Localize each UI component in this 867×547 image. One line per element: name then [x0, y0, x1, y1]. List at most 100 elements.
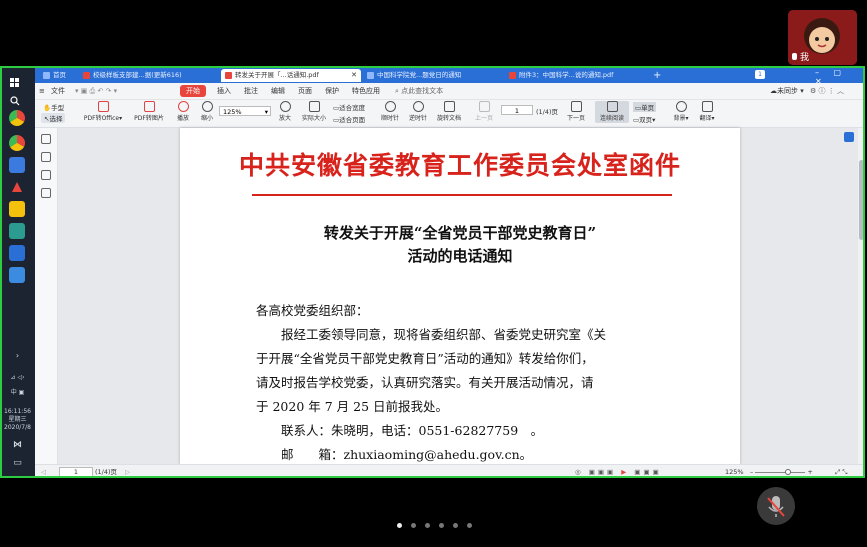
menu-annotate[interactable]: 批注 — [244, 85, 258, 97]
mute-mic-button[interactable] — [757, 487, 795, 525]
fit-width-button[interactable]: ▭适合宽度 — [333, 102, 365, 112]
status-page-input[interactable]: 1 — [59, 467, 93, 478]
page-dot[interactable] — [411, 523, 416, 528]
zoom-out-button[interactable]: 缩小 — [195, 101, 219, 123]
page-dot[interactable] — [453, 523, 458, 528]
search-icon: ⌕ — [395, 87, 399, 95]
pdf-office-icon — [97, 101, 109, 112]
tab-home[interactable]: 首页 — [39, 69, 77, 82]
pdf-page: 中共安徽省委教育工作委员会处室函件 转发关于开展“全省党员干部党史教育日” 活动… — [180, 128, 740, 464]
tab-bar: 首页 校级样板支部建...据(更新616) 转发关于开展「...话通知.pdf ✕… — [35, 67, 865, 86]
sync-status[interactable]: ☁未同步 ▾ — [770, 85, 804, 97]
app-menu-icon[interactable]: ≡ — [39, 85, 45, 97]
app-blue-icon[interactable] — [9, 157, 25, 173]
attachment-icon[interactable] — [41, 188, 51, 198]
page-dot[interactable] — [397, 523, 402, 528]
menu-start[interactable]: 开始 — [180, 85, 206, 97]
shared-screen: › ⊿ ◁› 中 ▣ 16:11:56 星期三 2020/7/8 ⋈ ▭ 首页 … — [0, 67, 865, 478]
menu-page[interactable]: 页面 — [298, 85, 312, 97]
bookmark-icon[interactable] — [41, 134, 51, 144]
single-page-button[interactable]: ▭单页 — [633, 102, 657, 112]
app-cloud-icon[interactable] — [9, 267, 25, 283]
menu-protect[interactable]: 保护 — [325, 85, 339, 97]
pdf-icon — [509, 72, 516, 79]
chrome-icon[interactable] — [9, 110, 25, 126]
clock-time[interactable]: 16:11:56 — [2, 408, 33, 415]
settings-icons[interactable]: ⚙ ⓘ ⋮ ︿ — [810, 85, 844, 97]
menu-edit[interactable]: 编辑 — [271, 85, 285, 97]
side-tool-icon[interactable] — [844, 132, 854, 142]
new-tab-button[interactable]: + — [649, 69, 665, 82]
participant-avatar[interactable]: 我 — [788, 10, 857, 65]
tab-document-4[interactable]: 附件3：中国科学...说的通知.pdf — [505, 69, 645, 82]
home-icon — [43, 72, 50, 79]
play-button[interactable]: 播放 — [171, 101, 195, 123]
paragraph-line: 请及时报告学校党委，认真研究落实。有关开展活动情况，请 — [256, 375, 594, 390]
double-page-button[interactable]: ▭双页▾ — [633, 114, 655, 124]
app-teal-icon[interactable] — [9, 223, 25, 239]
header-rule — [252, 194, 672, 196]
menu-features[interactable]: 特色应用 — [352, 85, 380, 97]
cloud-icon: ☁ — [770, 87, 777, 95]
next-page-button[interactable]: 下一页 — [563, 101, 589, 123]
tab-count-badge[interactable]: 1 — [755, 70, 765, 79]
ime-indicator[interactable]: 中 ▣ — [2, 389, 33, 396]
clock-date: 2020/7/8 — [4, 424, 31, 431]
tab-active-pdf[interactable]: 转发关于开展「...话通知.pdf ✕ — [221, 69, 361, 82]
folder-icon[interactable] — [9, 201, 25, 217]
page-number-input[interactable]: 1 — [501, 105, 533, 115]
rotate-counterclockwise-button[interactable]: 逆时针 — [405, 101, 431, 123]
status-bar: ◁ 1 (1/4)页 ▷ ◎ ▣▣▣ ▶ ▣▣▣ 125% – + ⤢ ⤡ — [35, 464, 865, 478]
app-tech-icon[interactable] — [9, 245, 25, 261]
next-page-arrow-icon[interactable]: ▷ — [125, 467, 130, 477]
view-mode-icons[interactable]: ◎ ▣▣▣ ▶ ▣▣▣ — [575, 467, 662, 477]
hand-tool[interactable]: ✋手型 — [43, 102, 64, 112]
select-tool[interactable]: ↖选择 — [41, 113, 66, 123]
page-dot[interactable] — [425, 523, 430, 528]
moon-icon — [675, 101, 687, 112]
pdf-to-image-button[interactable]: PDF转图片 — [129, 101, 169, 123]
fullscreen-icon[interactable]: ⤢ ⤡ — [835, 467, 847, 477]
hand-icon: ✋ — [43, 104, 52, 112]
zoom-slider[interactable]: – + — [750, 467, 813, 477]
actual-size-button[interactable]: 实际大小 — [299, 101, 329, 123]
notification-icon[interactable]: ▭ — [2, 459, 33, 468]
tray-icons[interactable]: ⊿ ◁› — [2, 374, 33, 381]
document-view[interactable]: 中共安徽省委教育工作委员会处室函件 转发关于开展“全省党员干部党史教育日” 活动… — [58, 128, 860, 464]
menu-insert[interactable]: 插入 — [217, 85, 231, 97]
zoom-select[interactable]: 125% ▾ — [219, 106, 271, 116]
prev-page-button[interactable]: 上一页 — [472, 101, 496, 123]
task-view-icon[interactable]: ⋈ — [2, 441, 33, 450]
zoom-in-button[interactable]: 放大 — [273, 101, 297, 123]
fit-page-button[interactable]: ▭适合页面 — [333, 114, 365, 124]
thumbnail-icon[interactable] — [41, 152, 51, 162]
continuous-read-button[interactable]: 连续阅读 — [595, 101, 629, 123]
annotation-icon[interactable] — [41, 170, 51, 180]
status-zoom: 125% — [725, 468, 744, 476]
find-text-box[interactable]: ⌕ 点此查找文本 — [395, 85, 443, 97]
page-dot[interactable] — [439, 523, 444, 528]
file-menu[interactable]: 文件 — [51, 85, 65, 97]
scrollbar-thumb[interactable] — [859, 160, 864, 240]
app-red-icon[interactable] — [9, 179, 25, 195]
salutation: 各高校党委组织部： — [256, 303, 369, 318]
pdf-to-office-button[interactable]: PDF转Office▾ — [81, 101, 125, 123]
mic-muted-icon — [767, 496, 785, 517]
windows-start-icon[interactable] — [10, 73, 20, 87]
prev-page-arrow-icon[interactable]: ◁ — [41, 467, 46, 477]
quick-access-icons[interactable]: ▾ ▣ ⎙ ↶ ↷ ▾ — [75, 85, 117, 97]
rotate-document-button[interactable]: 旋转文档 — [433, 101, 465, 123]
background-button[interactable]: 背景▾ — [669, 101, 693, 123]
document-header: 中共安徽省委教育工作委员会处室函件 — [238, 151, 681, 180]
search-icon[interactable] — [10, 91, 20, 106]
page-dot[interactable] — [467, 523, 472, 528]
translate-button[interactable]: 翻译▾ — [695, 101, 719, 123]
chevron-right-icon[interactable]: › — [2, 352, 33, 360]
tab-document-3[interactable]: 中国科学院党...题党日的通知 — [363, 69, 503, 82]
chrome-icon-2[interactable] — [9, 135, 25, 151]
rotate-clockwise-button[interactable]: 顺时针 — [377, 101, 403, 123]
paragraph-line: 于开展“全省党员干部党史教育日”活动的通知》转发给你们， — [256, 351, 594, 366]
contact-line: 联系人：朱晓明，电话：0551-62827759 。 — [256, 423, 544, 438]
close-tab-icon[interactable]: ✕ — [351, 69, 357, 82]
tab-document-1[interactable]: 校级样板支部建...据(更新616) — [79, 69, 219, 82]
